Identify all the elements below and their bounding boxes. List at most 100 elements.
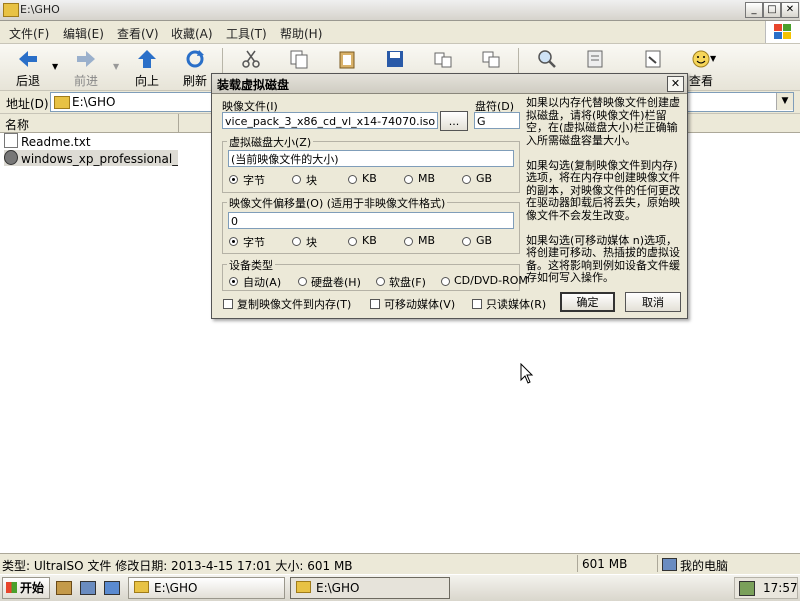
menu-favorites[interactable]: 收藏(A) — [171, 25, 213, 42]
forward-dropdown-icon[interactable]: ▼ — [113, 62, 119, 71]
back-arrow-icon — [19, 51, 37, 67]
forward-arrow-icon — [77, 51, 95, 67]
offset-unit-block-radio[interactable] — [292, 237, 301, 246]
drive-letter-input[interactable]: G — [474, 112, 520, 129]
text-file-icon — [4, 133, 18, 148]
device-hdd-radio[interactable] — [298, 277, 307, 286]
refresh-button[interactable]: 刷新 — [176, 47, 214, 88]
menu-edit[interactable]: 编辑(E) — [63, 25, 104, 42]
up-button[interactable]: 向上 — [128, 47, 166, 88]
up-arrow-icon — [138, 50, 156, 68]
minimize-button[interactable]: _ — [745, 2, 763, 18]
window-title: E:\GHO — [20, 3, 60, 16]
status-divider — [577, 555, 578, 572]
windows-logo-icon — [765, 21, 800, 43]
computer-icon — [662, 558, 677, 571]
menu-tools[interactable]: 工具(T) — [226, 25, 267, 42]
taskbar-item[interactable]: E:\GHO — [128, 577, 285, 599]
window-title-bar[interactable]: E:\GHO _ □ ✕ — [0, 0, 800, 21]
menu-help[interactable]: 帮助(H) — [280, 25, 322, 42]
device-auto-radio[interactable] — [229, 277, 238, 286]
document-icon — [645, 50, 661, 68]
smiley-icon — [692, 50, 710, 68]
offset-unit-gb-radio[interactable] — [462, 237, 471, 246]
view-dropdown-icon[interactable]: ▼ — [710, 54, 716, 63]
cancel-button[interactable]: 取消 — [625, 292, 681, 312]
back-dropdown-icon[interactable]: ▼ — [52, 62, 58, 71]
file-name: windows_xp_professional_wit... — [21, 152, 178, 166]
list-item-selected[interactable]: windows_xp_professional_wit... — [4, 150, 178, 166]
offset-unit-label: GB — [476, 234, 493, 247]
scissors-icon — [242, 50, 260, 68]
clock[interactable]: 17:57 — [763, 581, 798, 595]
device-floppy-radio[interactable] — [376, 277, 385, 286]
clipboard-icon — [339, 51, 355, 69]
copy-to-memory-checkbox[interactable] — [223, 299, 233, 309]
readonly-media-checkbox[interactable] — [472, 299, 482, 309]
move-icon — [434, 52, 452, 68]
disk-size-group-title: 虚拟磁盘大小(Z) — [227, 134, 314, 150]
menu-view[interactable]: 查看(V) — [117, 25, 159, 42]
quicklaunch-icon[interactable] — [56, 581, 72, 595]
address-dropdown-icon[interactable]: ▼ — [776, 93, 793, 110]
size-unit-label: GB — [476, 172, 493, 185]
offset-unit-label: 字节 — [243, 236, 265, 249]
readonly-media-label: 只读媒体(R) — [486, 298, 547, 311]
size-unit-label: KB — [362, 172, 377, 185]
offset-unit-label: MB — [418, 234, 436, 247]
file-list: Readme.txt windows_xp_professional_wit..… — [0, 133, 180, 553]
column-divider[interactable] — [178, 114, 179, 132]
size-unit-label: 字节 — [243, 174, 265, 187]
folder-icon — [3, 3, 19, 17]
device-label: CD/DVD-ROM — [454, 274, 528, 287]
device-cdrom-radio[interactable] — [441, 277, 450, 286]
taskbar: 开始 E:\GHO E:\GHO 17:57 — [0, 574, 800, 601]
dialog-close-button[interactable]: ✕ — [667, 76, 684, 92]
disc-image-icon — [4, 150, 18, 165]
search-icon — [538, 50, 556, 68]
size-unit-byte-radio[interactable] — [229, 175, 238, 184]
size-unit-block-radio[interactable] — [292, 175, 301, 184]
taskbar-item-active[interactable]: E:\GHO — [290, 577, 450, 599]
start-button[interactable]: 开始 — [2, 577, 50, 599]
column-name[interactable]: 名称 — [5, 116, 29, 133]
forward-label: 前进 — [73, 74, 98, 88]
device-type-group-title: 设备类型 — [227, 257, 275, 273]
offset-unit-kb-radio[interactable] — [348, 237, 357, 246]
windows-logo-icon — [6, 582, 17, 593]
back-button[interactable]: 后退 — [8, 47, 48, 88]
device-label: 软盘(F) — [389, 276, 426, 289]
size-unit-mb-radio[interactable] — [404, 175, 413, 184]
close-button[interactable]: ✕ — [781, 2, 799, 18]
menu-file[interactable]: 文件(F) — [9, 25, 49, 42]
list-item[interactable]: Readme.txt — [4, 133, 178, 149]
device-label: 自动(A) — [243, 276, 282, 289]
ok-button[interactable]: 确定 — [560, 292, 615, 312]
up-label: 向上 — [134, 74, 159, 88]
status-divider — [657, 555, 658, 572]
system-tray: 17:57 — [734, 577, 798, 599]
taskbar-item-label: E:\GHO — [154, 581, 198, 595]
status-bar: 类型: UltraISO 文件 修改日期: 2013-4-15 17:01 大小… — [0, 553, 800, 574]
dialog-title-bar[interactable]: 装载虚拟磁盘 ✕ — [212, 74, 687, 94]
forward-button[interactable]: 前进 — [66, 47, 106, 88]
taskbar-item-label: E:\GHO — [316, 581, 360, 595]
network-icon[interactable] — [739, 581, 755, 596]
offset-unit-mb-radio[interactable] — [404, 237, 413, 246]
explorer-icon[interactable] — [104, 581, 120, 595]
show-desktop-icon[interactable] — [80, 581, 96, 595]
device-label: 硬盘卷(H) — [311, 276, 361, 289]
removable-media-checkbox[interactable] — [370, 299, 380, 309]
offset-unit-byte-radio[interactable] — [229, 237, 238, 246]
offset-input[interactable]: 0 — [228, 212, 514, 229]
properties-icon — [587, 50, 603, 68]
size-unit-gb-radio[interactable] — [462, 175, 471, 184]
offset-group-title: 映像文件偏移量(O) (适用于非映像文件格式) — [227, 195, 448, 211]
start-label: 开始 — [20, 581, 45, 595]
size-unit-kb-radio[interactable] — [348, 175, 357, 184]
browse-button[interactable]: ... — [440, 111, 468, 131]
image-file-input[interactable]: vice_pack_3_x86_cd_vl_x14-74070.iso — [222, 112, 438, 129]
maximize-button[interactable]: □ — [763, 2, 781, 18]
mouse-cursor-icon — [520, 363, 534, 384]
disk-size-input[interactable]: (当前映像文件的大小) — [228, 150, 514, 167]
